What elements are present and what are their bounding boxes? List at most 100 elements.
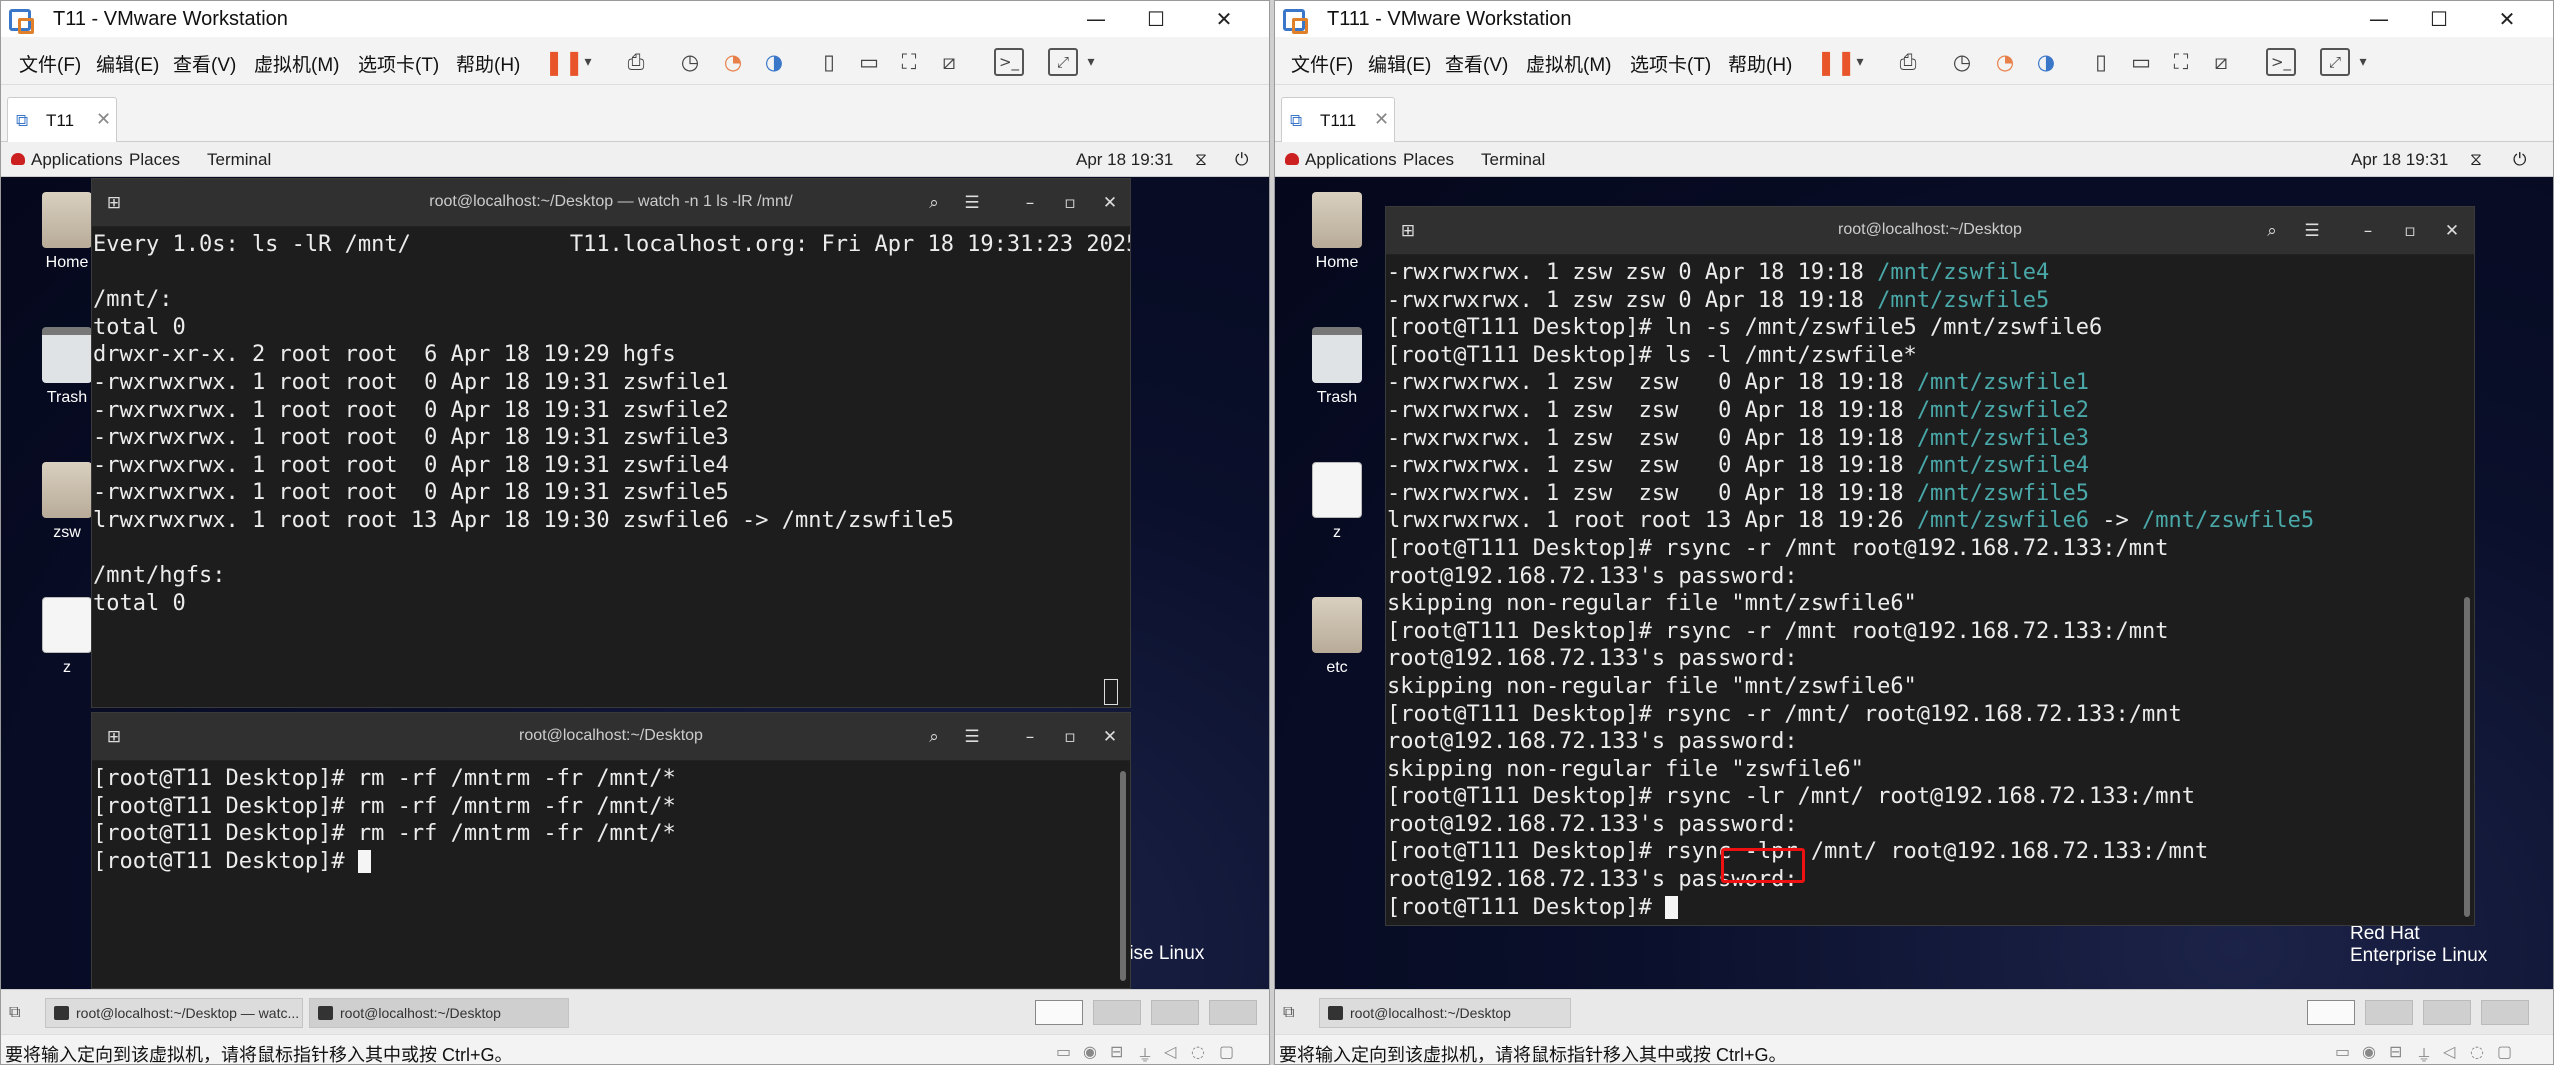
hamburger-menu-icon[interactable]: ☰ [956,189,988,217]
network-icon[interactable]: ⧖ [1195,150,1207,170]
workspace-4[interactable] [2481,1000,2529,1025]
tab-t11[interactable]: ⧉ T11 ✕ [7,97,117,142]
sidebar-view-icon[interactable]: ▯ [2086,47,2116,77]
desktop-icon-home[interactable]: Home [1302,192,1372,272]
workspace-2[interactable] [2365,1000,2413,1025]
minimize-icon[interactable]: – [1014,189,1046,217]
terminal-menu[interactable]: Terminal [207,150,271,170]
scrollbar[interactable] [2464,597,2470,917]
close-tab-icon[interactable]: ✕ [96,109,111,130]
vm-screen[interactable]: Applications Places Terminal Apr 18 19:3… [1,142,1269,989]
cd-icon[interactable]: ◉ [1083,1042,1097,1061]
workspace-3[interactable] [1151,1000,1199,1025]
terminal-console-icon[interactable]: >_ [994,48,1024,76]
search-icon[interactable]: ⌕ [2256,217,2288,245]
fullscreen-icon[interactable]: ⛶ [894,47,924,77]
terminal-console-icon[interactable]: >_ [2266,48,2296,76]
pause-icon[interactable]: ❚❚ [1816,47,1856,77]
sound-icon[interactable]: ◁ [2443,1042,2455,1061]
revert-snapshot-icon[interactable]: ◔ [718,47,748,77]
show-desktop-icon[interactable]: ⧉ [9,1002,20,1022]
workspace-1[interactable] [2307,1000,2355,1025]
network-adapter-icon[interactable]: ⊟ [1110,1042,1123,1061]
terminal-menu[interactable]: Terminal [1481,150,1545,170]
usb-icon[interactable]: ⏚ [1137,1042,1153,1064]
menu-tabs[interactable]: 选项卡(T) [358,50,439,77]
menu-file[interactable]: 文件(F) [19,50,81,77]
hamburger-menu-icon[interactable]: ☰ [956,723,988,751]
applications-menu[interactable]: Applications [31,150,123,170]
unity-icon[interactable]: ⧄ [2206,47,2236,77]
menu-help[interactable]: 帮助(H) [456,50,520,77]
close-icon[interactable]: ✕ [1094,723,1126,751]
close-icon[interactable]: ✕ [1094,189,1126,217]
workspace-2[interactable] [1093,1000,1141,1025]
menu-tabs[interactable]: 选项卡(T) [1630,50,1711,77]
snapshot-manager-icon[interactable]: ◑ [2031,47,2061,77]
search-icon[interactable]: ⌕ [918,723,950,751]
chevron-down-icon[interactable]: ▾ [1076,47,1106,77]
fullscreen-icon[interactable]: ⛶ [2166,47,2196,77]
network-icon[interactable]: ⧖ [2470,150,2482,170]
pause-icon[interactable]: ❚❚ [544,47,584,77]
terminal-output[interactable]: [root@T11 Desktop]# rm -rf /mntrm -fr /m… [92,761,1130,988]
display-icon[interactable]: ◌ [2470,1042,2484,1061]
power-icon[interactable]: ⏻ [1235,150,1248,170]
workspace-1[interactable] [1035,1000,1083,1025]
menu-edit[interactable]: 编辑(E) [1368,50,1431,77]
menu-view[interactable]: 查看(V) [173,50,236,77]
terminal-shell[interactable]: ⊞ root@localhost:~/Desktop ⌕ ☰ – ▫ ✕ -rw… [1385,206,2475,926]
close-icon[interactable]: ✕ [2436,217,2468,245]
minimize-icon[interactable]: – [1014,723,1046,751]
menu-help[interactable]: 帮助(H) [1728,50,1792,77]
close-tab-icon[interactable]: ✕ [1374,109,1389,130]
cd-icon[interactable]: ◉ [2362,1042,2376,1061]
desktop-icon-trash[interactable]: Trash [1302,327,1372,407]
menu-vm[interactable]: 虚拟机(M) [1526,50,1611,77]
console-view-icon[interactable]: ▭ [854,47,884,77]
desktop-icon-z[interactable]: z [1302,462,1372,542]
menu-edit[interactable]: 编辑(E) [96,50,159,77]
maximize-icon[interactable]: ☐ [2419,4,2459,34]
minimize-icon[interactable]: – [2352,217,2384,245]
revert-snapshot-icon[interactable]: ◔ [1990,47,2020,77]
hard-disk-icon[interactable]: ▭ [2335,1042,2350,1061]
sidebar-view-icon[interactable]: ▯ [814,47,844,77]
maximize-icon[interactable]: ☐ [1136,4,1176,34]
unity-icon[interactable]: ⧄ [934,47,964,77]
title-bar[interactable]: T11 - VMware Workstation — ☐ ✕ [1,1,1269,37]
clock[interactable]: Apr 18 19:31 [2351,150,2448,170]
hamburger-menu-icon[interactable]: ☰ [2296,217,2328,245]
display-icon[interactable]: ◌ [1191,1042,1205,1061]
clock[interactable]: Apr 18 19:31 [1076,150,1173,170]
message-icon[interactable]: ▢ [1219,1042,1234,1061]
maximize-icon[interactable]: ▫ [2394,217,2426,245]
sound-icon[interactable]: ◁ [1164,1042,1176,1061]
applications-menu[interactable]: Applications [1305,150,1397,170]
workspace-4[interactable] [1209,1000,1257,1025]
tab-t111[interactable]: ⧉ T111 ✕ [1281,97,1395,142]
task-shell-terminal[interactable]: root@localhost:~/Desktop [309,998,569,1028]
vm-screen[interactable]: Applications Places Terminal Apr 18 19:3… [1275,142,2553,989]
stretch-icon[interactable]: ⤢ [2320,48,2350,76]
terminal-output[interactable]: -rwxrwxrwx. 1 zsw zsw 0 Apr 18 19:18 /mn… [1386,255,2474,925]
menu-view[interactable]: 查看(V) [1445,50,1508,77]
workspace-3[interactable] [2423,1000,2471,1025]
scrollbar[interactable] [1120,771,1126,981]
menu-vm[interactable]: 虚拟机(M) [254,50,339,77]
send-ctrl-alt-del-icon[interactable]: ⎙ [621,47,651,77]
stretch-icon[interactable]: ⤢ [1048,48,1078,76]
snapshot-icon[interactable]: ◷ [675,47,705,77]
console-view-icon[interactable]: ▭ [2126,47,2156,77]
terminal-output[interactable]: Every 1.0s: ls -lR /mnt/ T11.localhost.o… [92,227,1130,707]
show-desktop-icon[interactable]: ⧉ [1283,1002,1294,1022]
terminal-shell[interactable]: ⊞ root@localhost:~/Desktop ⌕ ☰ – ▫ ✕ [ro… [91,712,1131,989]
minimize-icon[interactable]: — [1076,4,1116,34]
search-icon[interactable]: ⌕ [918,189,950,217]
close-icon[interactable]: ✕ [1204,4,1244,34]
network-adapter-icon[interactable]: ⊟ [2389,1042,2402,1061]
title-bar[interactable]: T111 - VMware Workstation — ☐ ✕ [1275,1,2553,37]
message-icon[interactable]: ▢ [2497,1042,2512,1061]
snapshot-icon[interactable]: ◷ [1947,47,1977,77]
task-watch-terminal[interactable]: root@localhost:~/Desktop — watc... [45,998,303,1028]
